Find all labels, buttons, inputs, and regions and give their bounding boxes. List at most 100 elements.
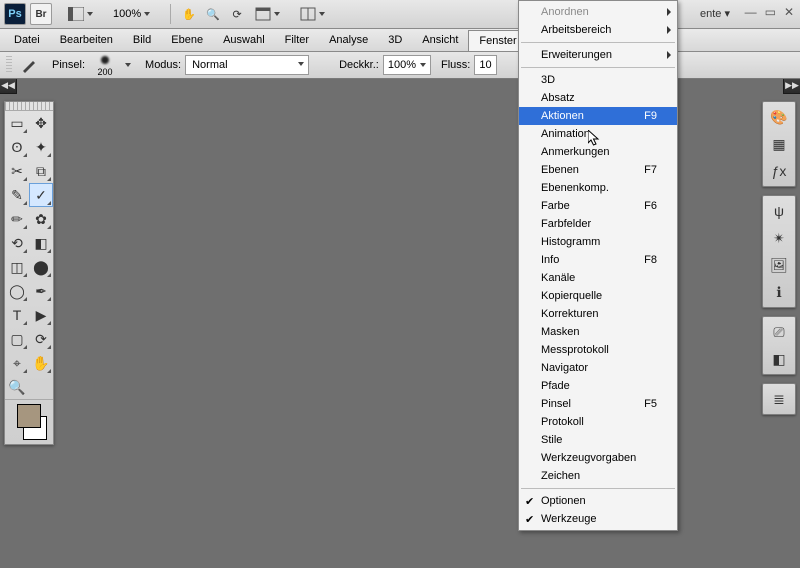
dodge-tool[interactable]: ◯ [5, 279, 29, 303]
hand-tool-icon[interactable]: ✋ [179, 4, 199, 24]
3d-orbit-tool[interactable]: ⌖ [5, 351, 29, 375]
flow-input[interactable]: 10 [474, 55, 496, 75]
menu-item-histogramm[interactable]: Histogramm [519, 233, 677, 251]
collapse-right-icon[interactable]: ▶▶ [783, 77, 800, 94]
foreground-swatch[interactable] [17, 404, 41, 428]
menu-item-kopierquelle[interactable]: Kopierquelle [519, 287, 677, 305]
type-tool[interactable]: T [5, 303, 29, 327]
navigator-panel-icon[interactable]: 🖼 [766, 253, 792, 277]
menu-item-farbe[interactable]: FarbeF6 [519, 197, 677, 215]
color-swatches[interactable] [5, 399, 53, 444]
menu-bearbeiten[interactable]: Bearbeiten [50, 29, 123, 51]
3d-rotate-tool[interactable]: ⟳ [29, 327, 53, 351]
menu-item-ebenenkomp-[interactable]: Ebenenkomp. [519, 179, 677, 197]
pen-tool[interactable]: ✒ [29, 279, 53, 303]
menu-item-label: Navigator [541, 362, 588, 374]
menu-item-pinsel[interactable]: PinselF5 [519, 395, 677, 413]
menu-datei[interactable]: Datei [4, 29, 50, 51]
menu-item-kan-le[interactable]: Kanäle [519, 269, 677, 287]
screen-mode-dropdown[interactable] [249, 4, 286, 24]
menu-item-animation[interactable]: Animation [519, 125, 677, 143]
menu-item-anmerkungen[interactable]: Anmerkungen [519, 143, 677, 161]
bridge-logo-icon[interactable]: Br [30, 3, 52, 25]
menu-bild[interactable]: Bild [123, 29, 161, 51]
color-panel-icon[interactable]: 🎨 [766, 105, 792, 129]
menu-item-protokoll[interactable]: Protokoll [519, 413, 677, 431]
info-panel-icon[interactable]: ℹ [766, 280, 792, 304]
menu-item-farbfelder[interactable]: Farbfelder [519, 215, 677, 233]
menu-3d[interactable]: 3D [378, 29, 412, 51]
menu-item-3d[interactable]: 3D [519, 71, 677, 89]
clone-stamp-tool[interactable]: ✿ [29, 207, 53, 231]
layers-panel-icon[interactable]: ≣ [766, 387, 792, 411]
brush-tool[interactable]: ✏ [5, 207, 29, 231]
menu-item-navigator[interactable]: Navigator [519, 359, 677, 377]
gradient-tool[interactable]: ◫ [5, 255, 29, 279]
clone-source-panel-icon[interactable]: ✴ [766, 226, 792, 250]
eyedropper-tool[interactable]: ✎ [5, 183, 29, 207]
menu-item-korrekturen[interactable]: Korrekturen [519, 305, 677, 323]
crop-tool[interactable]: ✂ [5, 159, 29, 183]
menu-item-aktionen[interactable]: AktionenF9 [519, 107, 677, 125]
maximize-button[interactable]: ▭ [765, 5, 776, 19]
menu-shortcut: F5 [644, 398, 657, 410]
eraser-tool[interactable]: ◧ [29, 231, 53, 255]
move-tool[interactable]: ✥ [29, 111, 53, 135]
adjustments-panel-icon[interactable]: ⎚ [766, 320, 792, 344]
slice-tool[interactable]: ⧉ [29, 159, 53, 183]
marquee-tool[interactable]: ▭ [5, 111, 29, 135]
zoom-dropdown[interactable]: 100% [107, 4, 156, 24]
menu-item-masken[interactable]: Masken [519, 323, 677, 341]
brush-preset-picker[interactable]: 200 [93, 53, 117, 77]
menu-item-zeichen[interactable]: Zeichen [519, 467, 677, 485]
current-tool-preset-icon[interactable] [20, 55, 40, 75]
rotate-view-icon[interactable]: ⟳ [227, 4, 247, 24]
lasso-tool[interactable]: ʘ [5, 135, 29, 159]
swatches-panel-icon[interactable]: ▦ [766, 132, 792, 156]
zoom-tool[interactable]: 🔍 [5, 375, 29, 399]
menu-item-werkzeuge[interactable]: ✔Werkzeuge [519, 510, 677, 528]
menu-item-erweiterungen[interactable]: Erweiterungen [519, 46, 677, 64]
blur-tool[interactable]: ⬤ [29, 255, 53, 279]
quick-select-tool[interactable]: ✦ [29, 135, 53, 159]
hand-tool[interactable]: ✋ [29, 351, 53, 375]
menu-item-optionen[interactable]: ✔Optionen [519, 492, 677, 510]
layout-dropdown[interactable] [62, 4, 99, 24]
shape-tool[interactable]: ▢ [5, 327, 29, 351]
brush-label: Pinsel: [52, 59, 85, 71]
menu-analyse[interactable]: Analyse [319, 29, 378, 51]
menu-item-pfade[interactable]: Pfade [519, 377, 677, 395]
path-select-tool[interactable]: ▶ [29, 303, 53, 327]
menu-filter[interactable]: Filter [275, 29, 319, 51]
grip-icon[interactable] [6, 56, 12, 74]
arrange-docs-dropdown[interactable] [294, 4, 331, 24]
menu-item-absatz[interactable]: Absatz [519, 89, 677, 107]
zoom-tool-icon[interactable]: 🔍 [203, 4, 223, 24]
opacity-input[interactable]: 100% [383, 55, 431, 75]
healing-brush-tool[interactable]: ✓ [29, 183, 53, 207]
menu-auswahl[interactable]: Auswahl [213, 29, 275, 51]
menu-item-label: Stile [541, 434, 562, 446]
menu-item-label: Masken [541, 326, 580, 338]
panel-grip-icon[interactable] [5, 102, 53, 111]
menu-item-label: Erweiterungen [541, 49, 612, 61]
masks-panel-icon[interactable]: ◧ [766, 347, 792, 371]
history-brush-tool[interactable]: ⟲ [5, 231, 29, 255]
blend-mode-select[interactable]: Normal [185, 55, 309, 75]
menu-ebene[interactable]: Ebene [161, 29, 213, 51]
menu-item-info[interactable]: InfoF8 [519, 251, 677, 269]
menu-item-arbeitsbereich[interactable]: Arbeitsbereich [519, 21, 677, 39]
menu-item-ebenen[interactable]: EbenenF7 [519, 161, 677, 179]
menu-item-messprotokoll[interactable]: Messprotokoll [519, 341, 677, 359]
workspace-switcher[interactable]: ente ▾ [700, 7, 730, 20]
photoshop-logo-icon[interactable]: Ps [4, 3, 26, 25]
menu-item-werkzeugvorgaben[interactable]: Werkzeugvorgaben [519, 449, 677, 467]
chevron-down-icon[interactable] [125, 63, 131, 67]
menu-item-stile[interactable]: Stile [519, 431, 677, 449]
styles-panel-icon[interactable]: ƒx [766, 159, 792, 183]
collapse-left-icon[interactable]: ◀◀ [0, 77, 17, 94]
close-button[interactable]: ✕ [784, 5, 794, 19]
minimize-button[interactable]: — [745, 5, 757, 19]
menu-ansicht[interactable]: Ansicht [412, 29, 468, 51]
brushes-panel-icon[interactable]: ψ [766, 199, 792, 223]
